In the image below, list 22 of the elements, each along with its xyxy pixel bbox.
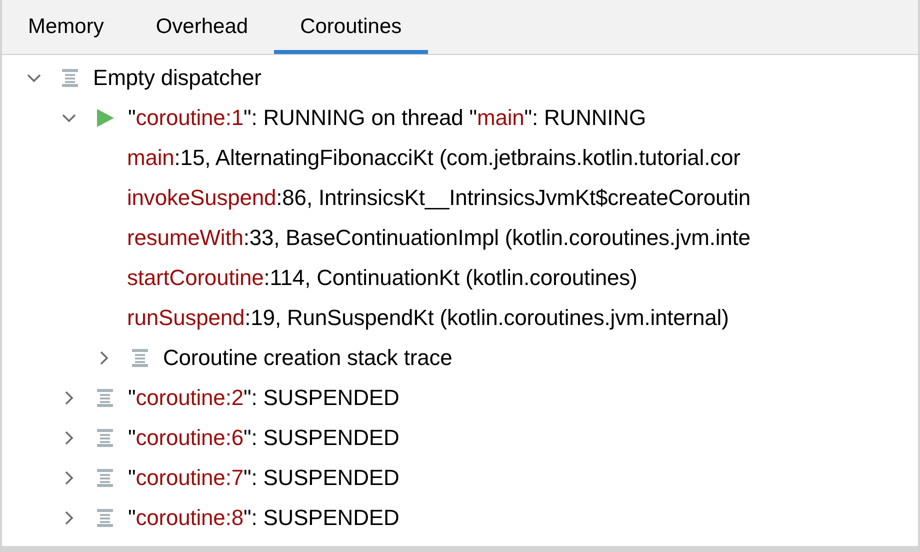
stack-frame-text: invokeSuspend:86, IntrinsicsKt__IntrinsicsJvmKt$createCoroutin xyxy=(127,185,751,211)
tree-node-label: Coroutine creation stack trace xyxy=(163,345,452,371)
tree-node-label: "coroutine:6": SUSPENDED xyxy=(128,425,400,451)
tree-node-label: "coroutine:8": SUSPENDED xyxy=(128,505,400,531)
stack-icon xyxy=(130,348,150,368)
stack-frame-text: main:15, AlternatingFibonacciKt (com.jetbrains.kotlin.tutorial.cor xyxy=(127,145,740,171)
stack-icon xyxy=(95,468,115,488)
stack-frame-text: runSuspend:19, RunSuspendKt (kotlin.coroutines.jvm.internal) xyxy=(127,305,729,331)
stack-icon xyxy=(60,68,80,88)
play-icon xyxy=(95,108,115,128)
tab[interactable]: Overhead xyxy=(130,0,274,54)
tree-node-label: Empty dispatcher xyxy=(93,65,262,91)
stack-icon xyxy=(95,508,115,528)
tab[interactable]: Memory xyxy=(2,0,130,54)
tree-node-label: "coroutine:2": SUSPENDED xyxy=(128,385,400,411)
tab[interactable]: Coroutines xyxy=(274,0,428,54)
tree-node-label: "coroutine:7": SUSPENDED xyxy=(128,465,400,491)
stack-frame-text: resumeWith:33, BaseContinuationImpl (kotlin.coroutines.jvm.inte xyxy=(127,225,750,251)
tree-node-label: "coroutine:1": RUNNING on thread "main": RUNNING xyxy=(128,105,646,131)
stack-icon xyxy=(95,428,115,448)
stack-frame-text: startCoroutine:114, ContinuationKt (kotlin.coroutines) xyxy=(127,265,638,291)
stack-icon xyxy=(95,388,115,408)
